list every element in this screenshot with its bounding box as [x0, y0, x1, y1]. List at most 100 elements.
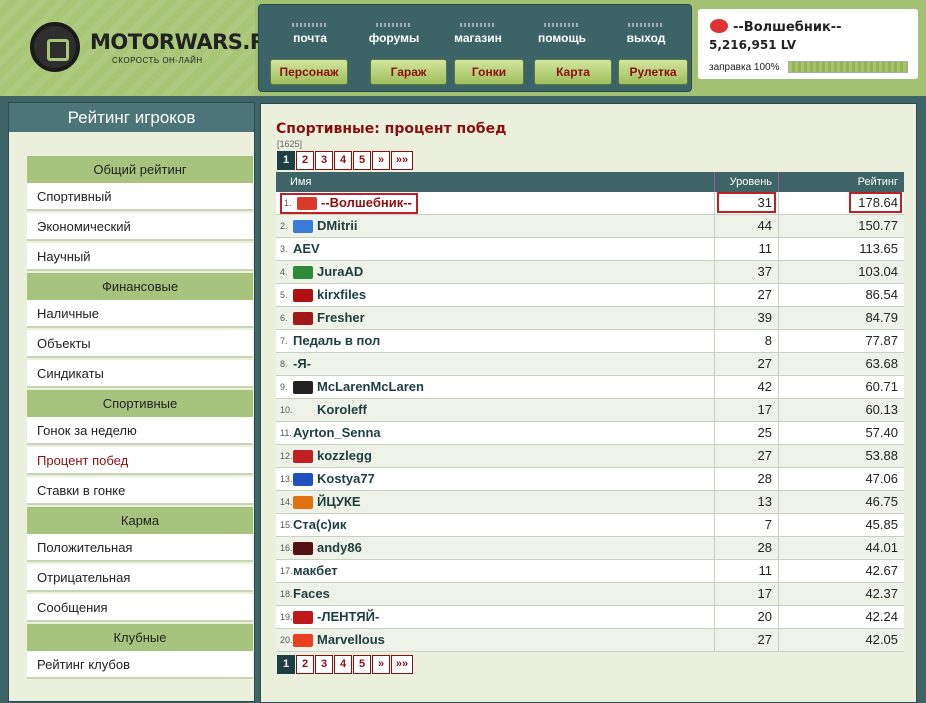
rank: 7.: [280, 336, 288, 346]
player-name-link[interactable]: Koroleff: [317, 399, 367, 421]
cell-level: 27: [715, 353, 779, 375]
sidebar-item[interactable]: Отрицательная: [27, 564, 253, 592]
pager-link[interactable]: 3: [315, 151, 333, 170]
table-header: Имя Уровень Рейтинг: [276, 172, 904, 192]
sidebar-item[interactable]: Объекты: [27, 330, 253, 358]
nav-button-garage[interactable]: Гараж: [370, 59, 447, 85]
nav-button-roulette[interactable]: Рулетка: [618, 59, 688, 85]
pager-link[interactable]: »: [372, 655, 390, 674]
cell-rating: 113.65: [859, 241, 898, 256]
table-row: 5. kirxfiles 27 86.54: [276, 284, 904, 307]
sidebar-item[interactable]: Положительная: [27, 534, 253, 562]
nav-button-character[interactable]: Персонаж: [270, 59, 348, 85]
pager-link[interactable]: »: [372, 151, 390, 170]
player-name-link[interactable]: --Волшебник--: [321, 192, 412, 214]
user-name[interactable]: --Волшебник--: [733, 20, 842, 35]
player-name-link[interactable]: ЙЦУКЕ: [317, 491, 361, 513]
player-name-link[interactable]: kirxfiles: [317, 284, 366, 306]
player-name-link[interactable]: AEV: [293, 238, 320, 260]
cell-name: 9. McLarenMcLaren: [276, 376, 715, 398]
cell-name: 17. макбет: [276, 560, 715, 582]
pager-link[interactable]: 5: [353, 151, 371, 170]
pager-link[interactable]: »»: [391, 151, 413, 170]
sidebar-title: Рейтинг игроков: [9, 103, 254, 132]
pager-link[interactable]: 1: [277, 151, 295, 170]
cell-rating: 42.37: [865, 586, 898, 601]
sidebar-item[interactable]: Сообщения: [27, 594, 253, 622]
cell-name: 6. Fresher: [276, 307, 715, 329]
sidebar-item[interactable]: Рейтинг клубов: [27, 651, 253, 679]
cell-name: 11. Ayrton_Senna: [276, 422, 715, 444]
pager-link[interactable]: 1: [277, 655, 295, 674]
toplink-help[interactable]: помощь: [527, 23, 597, 45]
cell-name: 7. Педаль в пол: [276, 330, 715, 352]
column-header-name[interactable]: Имя: [276, 172, 715, 192]
pager-link[interactable]: 3: [315, 655, 333, 674]
pager-link[interactable]: 4: [334, 151, 352, 170]
player-name-link[interactable]: Fresher: [317, 307, 365, 329]
player-name-link[interactable]: andy86: [317, 537, 362, 559]
club-avatar-icon: [293, 610, 313, 624]
player-name-link[interactable]: kozzlegg: [317, 445, 372, 467]
cell-name: 18. Faces: [276, 583, 715, 605]
sidebar-item[interactable]: Синдикаты: [27, 360, 253, 388]
cell-level: 37: [715, 261, 779, 283]
player-wrap: 11. Ayrton_Senna: [280, 422, 381, 444]
pager-link[interactable]: 2: [296, 655, 314, 674]
player-name-link[interactable]: Педаль в пол: [293, 330, 380, 352]
sidebar-item[interactable]: Процент побед: [27, 447, 253, 475]
cell-rating: 103.04: [858, 264, 898, 279]
toplink-logout[interactable]: выход: [611, 23, 681, 45]
nav-button-races[interactable]: Гонки: [454, 59, 524, 85]
toplink-mail[interactable]: почта: [275, 23, 345, 45]
player-wrap: 14. ЙЦУКЕ: [280, 491, 361, 513]
column-header-level[interactable]: Уровень: [715, 172, 779, 192]
rank: 8.: [280, 359, 288, 369]
pager-link[interactable]: »»: [391, 655, 413, 674]
cell-level: 27: [715, 629, 779, 651]
logo-area[interactable]: MOTORWARS.RU СКОРОСТЬ ОН-ЛАЙН: [0, 0, 283, 96]
sidebar-item[interactable]: Гонок за неделю: [27, 417, 253, 445]
player-wrap: 13. Kostya77: [280, 468, 375, 490]
player-name-link[interactable]: макбет: [293, 560, 338, 582]
sidebar-item[interactable]: Ставки в гонке: [27, 477, 253, 505]
toplink-shop[interactable]: магазин: [443, 23, 513, 45]
player-wrap: 16. andy86: [280, 537, 362, 559]
player-wrap: 3. AEV: [280, 238, 320, 260]
player-name-link[interactable]: JuraAD: [317, 261, 363, 283]
player-name-link[interactable]: Faces: [293, 583, 330, 605]
pager-link[interactable]: 4: [334, 655, 352, 674]
player-name-link[interactable]: DMitrii: [317, 215, 357, 237]
player-name-link[interactable]: Marvellous: [317, 629, 385, 651]
sidebar-item[interactable]: Экономический: [27, 213, 253, 241]
table-row: 18. Faces 17 42.37: [276, 583, 904, 606]
pager-link[interactable]: 2: [296, 151, 314, 170]
cell-name: 20. Marvellous: [276, 629, 715, 651]
player-name-link[interactable]: Kostya77: [317, 468, 375, 490]
player-name-link[interactable]: -ЛЕНТЯЙ-: [317, 606, 379, 628]
club-avatar-icon: [297, 196, 317, 210]
rank: 20.: [280, 635, 293, 645]
sidebar-item[interactable]: Спортивный: [27, 183, 253, 211]
nav-button-map[interactable]: Карта: [534, 59, 612, 85]
player-name-link[interactable]: McLarenMcLaren: [317, 376, 424, 398]
player-name-link[interactable]: Ayrton_Senna: [293, 422, 381, 444]
club-avatar-icon: [293, 311, 313, 325]
cell-rating: 150.77: [858, 218, 898, 233]
pager-link[interactable]: 5: [353, 655, 371, 674]
player-wrap: 12. kozzlegg: [280, 445, 372, 467]
player-name-link[interactable]: Ста(с)ик: [293, 514, 346, 536]
sidebar-item[interactable]: Наличные: [27, 300, 253, 328]
table-row: 10. Koroleff 17 60.13: [276, 399, 904, 422]
sidebar-item[interactable]: Научный: [27, 243, 253, 271]
fuel-label: заправка 100%: [709, 62, 780, 73]
cell-rating: 86.54: [865, 287, 898, 302]
cell-level: 7: [715, 514, 779, 536]
cell-rating: 42.24: [865, 609, 898, 624]
column-header-rating[interactable]: Рейтинг: [779, 172, 904, 192]
table-row: 16. andy86 28 44.01: [276, 537, 904, 560]
player-name-link[interactable]: -Я-: [293, 353, 311, 375]
cell-level: 17: [715, 583, 779, 605]
cell-name: 10. Koroleff: [276, 399, 715, 421]
toplink-forums[interactable]: форумы: [359, 23, 429, 45]
